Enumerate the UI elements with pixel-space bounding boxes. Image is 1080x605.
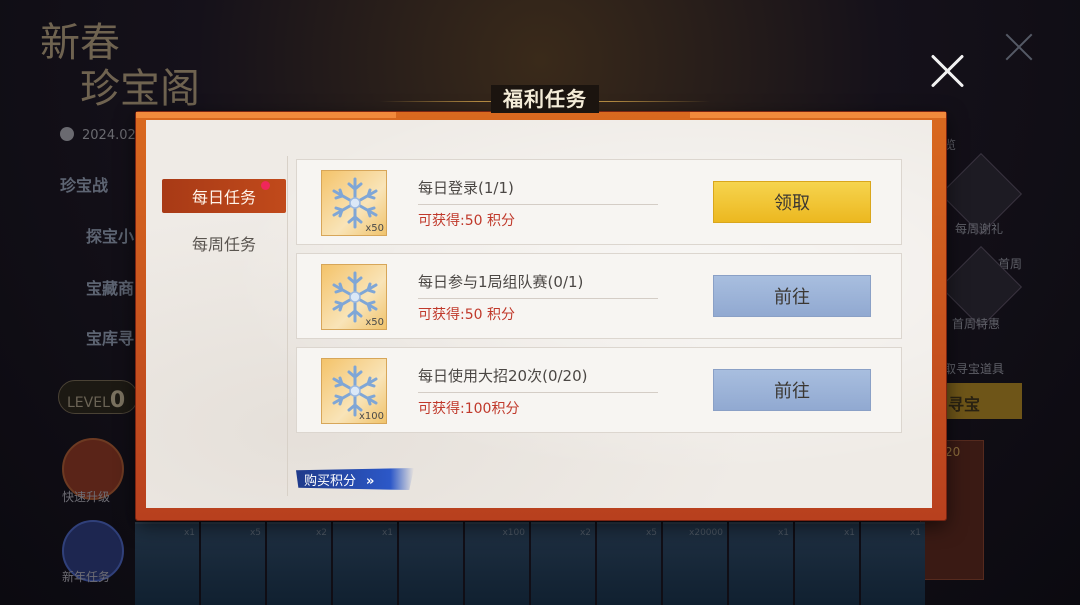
reward-slot-count: x1 [777,528,789,538]
task-name: 每日参与1局组队赛(0/1) [418,273,584,291]
go-button[interactable]: 前往 [713,369,871,411]
double-chevron-right-icon: » [366,474,375,489]
reward-slot-count: x1 [909,528,921,538]
reward-slot: x1 [729,522,793,605]
tab-weekly-label: 每周任务 [191,235,256,254]
event-logo-line-1: 新春 [40,20,120,66]
bg-side-card-count: 20 [945,445,961,459]
bg-menu-item-2: 探宝小 [86,227,135,246]
task-name: 每日使用大招20次(0/20) [418,367,588,385]
tab-daily-tasks[interactable]: 每日任务 [162,179,286,213]
quick-upgrade-label: 快速升级 [62,490,111,504]
bg-close-icon [1004,32,1034,62]
reward-slot-count: x5 [645,528,657,538]
tab-daily-label: 每日任务 [191,188,256,207]
divider [418,204,658,205]
reward-slot-count: x2 [579,528,591,538]
reward-slot-count: x2 [315,528,327,538]
reward-slot: x1 [795,522,859,605]
reward-slot: x1 [861,522,925,605]
task-row: x50 每日登录(1/1) 可获得:50 积分 领取 [296,159,902,245]
bg-menu-item-3: 宝藏商 [86,279,135,298]
reward-slot-count: x5 [249,528,261,538]
notification-dot [261,181,270,190]
frame-accent [136,112,396,118]
reward-quantity: x50 [365,317,384,328]
claim-button[interactable]: 领取 [713,181,871,223]
buy-points-link[interactable]: 购买积分 » [296,468,414,490]
reward-item[interactable]: x50 [321,170,387,236]
divider [418,392,658,393]
frame-accent [690,112,946,118]
bg-menu-item-1: 珍宝战 [60,176,109,195]
first-week-deal-label: 首周特惠 [952,317,1001,331]
dialog-title-bar: 福利任务 [380,85,710,117]
reward-strip: x1 x5 x2 x1 x100 x2 x5 x20000 x1 x1 x1 [135,522,925,605]
task-row: x50 每日参与1局组队赛(0/1) 可获得:50 积分 前往 [296,253,902,339]
reward-quantity: x100 [358,411,384,422]
task-reward-points: 可获得:50 积分 [418,307,515,323]
info-icon [60,127,74,141]
reward-slot [399,522,463,605]
divider [418,298,658,299]
bg-menu-item-4: 宝库寻 [86,329,135,348]
reward-item[interactable]: x100 [321,358,387,424]
go-button[interactable]: 前往 [713,275,871,317]
reward-slot: x2 [531,522,595,605]
reward-slot: x5 [597,522,661,605]
close-icon[interactable] [930,53,966,89]
tab-weekly-tasks[interactable]: 每周任务 [162,226,286,260]
reward-slot-count: x1 [843,528,855,538]
level-badge: LEVEL0 [58,380,138,414]
task-reward-points: 可获得:100积分 [418,401,520,417]
treasure-hunt-button: 寻宝 [940,383,1022,419]
event-date: 2024.02.1 [60,127,148,143]
reward-item[interactable]: x50 [321,264,387,330]
event-logo-line-2: 珍宝阁 [80,66,200,112]
event-logo: 新春 珍宝阁 [40,20,220,120]
level-value: 0 [109,388,126,413]
task-row: x100 每日使用大招20次(0/20) 可获得:100积分 前往 [296,347,902,433]
weekly-gift-label: 每周谢礼 [955,222,1004,236]
reward-slot: x1 [333,522,397,605]
reward-slot-count: x20000 [689,528,723,538]
reward-slot-count: x100 [502,528,525,538]
reward-slot: x100 [465,522,529,605]
reward-slot: x20000 [663,522,727,605]
task-name: 每日登录(1/1) [418,179,514,197]
reward-slot: x2 [267,522,331,605]
new-year-task-label: 新年任务 [62,570,111,584]
reward-slot-count: x1 [381,528,393,538]
get-items-label: 取寻宝道具 [944,362,1005,376]
reward-slot: x1 [135,522,199,605]
task-reward-points: 可获得:50 积分 [418,213,515,229]
reward-slot: x5 [201,522,265,605]
reward-quantity: x50 [365,223,384,234]
buy-points-label: 购买积分 [304,474,357,489]
task-tabs: 每日任务 每周任务 [158,156,288,496]
reward-slot-count: x1 [183,528,195,538]
dialog-title: 福利任务 [491,85,599,113]
level-label: LEVEL [67,395,110,411]
